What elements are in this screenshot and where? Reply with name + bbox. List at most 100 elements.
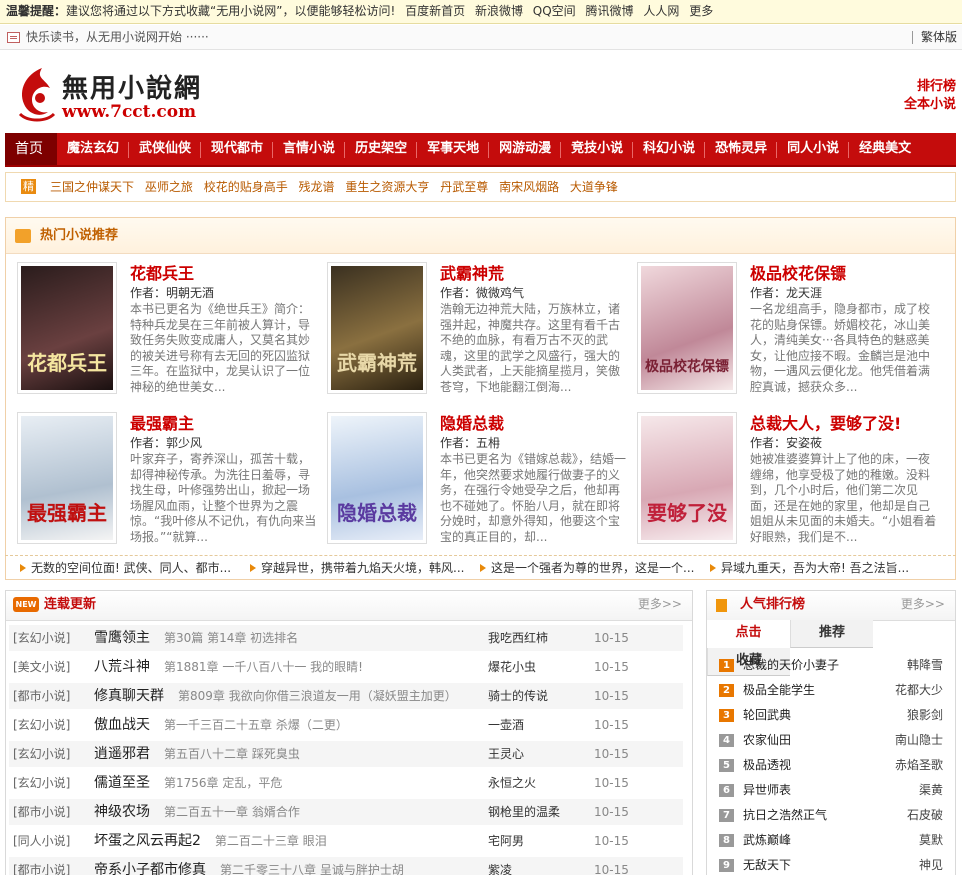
row-category[interactable]: [玄幻小说] — [13, 712, 70, 738]
nav-home[interactable]: 首页 — [5, 133, 57, 165]
share-renren-link[interactable]: 人人网 — [643, 4, 679, 18]
featured-link[interactable]: 残龙谱 — [299, 180, 335, 194]
book-cover[interactable]: 要够了没 — [637, 412, 737, 544]
row-book-name[interactable]: 逍遥邪君 — [94, 746, 150, 762]
row-category[interactable]: [都市小说] — [13, 857, 70, 875]
rank-author[interactable]: 石皮破 — [907, 803, 943, 828]
ticker-item[interactable]: 无数的空间位面! 武侠、同人、都市... — [5, 556, 235, 580]
nav-romance[interactable]: 言情小说 — [273, 133, 344, 165]
rank-book-name[interactable]: 异世师表 — [743, 778, 791, 803]
nav-classic[interactable]: 经典美文 — [849, 133, 920, 165]
site-logo[interactable]: 無用小說網 www.7cct.com — [12, 62, 242, 124]
row-author[interactable]: 爆花小虫 — [488, 654, 536, 680]
row-book-name[interactable]: 坏蛋之风云再起2 — [94, 833, 201, 849]
row-category[interactable]: [都市小说] — [13, 683, 70, 709]
row-chapter[interactable]: 第809章 我欲向你借三浪道友一用（凝妖盟主加更） — [178, 689, 457, 703]
book-title[interactable]: 最强霸主 — [130, 410, 194, 434]
featured-link[interactable]: 三国之仲谋天下 — [50, 180, 134, 194]
rank-author[interactable]: 韩降雪 — [907, 653, 943, 678]
rank-book-name[interactable]: 农家仙田 — [743, 728, 791, 753]
rank-book-name[interactable]: 无敌天下 — [743, 853, 791, 875]
share-baidu-link[interactable]: 百度新首页 — [405, 4, 465, 18]
featured-link[interactable]: 丹武至尊 — [440, 180, 488, 194]
rank-author[interactable]: 赤焰圣歌 — [895, 753, 943, 778]
row-author[interactable]: 骑士的传说 — [488, 683, 548, 709]
rank-author[interactable]: 南山隐士 — [895, 728, 943, 753]
row-book-name[interactable]: 八荒斗神 — [94, 659, 150, 675]
rank-author[interactable]: 神见 — [919, 853, 943, 875]
featured-link[interactable]: 大道争锋 — [570, 180, 618, 194]
nav-game-anime[interactable]: 网游动漫 — [489, 133, 560, 165]
tab-recommend[interactable]: 推荐 — [790, 620, 873, 648]
share-more-link[interactable]: 更多 — [689, 4, 713, 18]
row-chapter[interactable]: 第1881章 一千八百八十一 我的眼睛! — [164, 660, 363, 674]
nav-scifi[interactable]: 科幻小说 — [633, 133, 704, 165]
row-book-name[interactable]: 神级农场 — [94, 804, 150, 820]
nav-history[interactable]: 历史架空 — [345, 133, 416, 165]
nav-horror[interactable]: 恐怖灵异 — [705, 133, 776, 165]
rank-author[interactable]: 狼影剑 — [907, 703, 943, 728]
share-tencent-weibo-link[interactable]: 腾讯微博 — [586, 4, 634, 18]
book-cover[interactable]: 武霸神荒 — [327, 262, 427, 394]
rank-book-name[interactable]: 抗日之浩然正气 — [743, 803, 827, 828]
updates-more-link[interactable]: 更多>> — [638, 591, 682, 617]
row-author[interactable]: 紫凌 — [488, 857, 512, 875]
row-chapter[interactable]: 第1756章 定乱，平危 — [164, 776, 282, 790]
featured-link[interactable]: 重生之资源大亨 — [345, 180, 429, 194]
book-title[interactable]: 花都兵王 — [130, 260, 194, 284]
share-qzone-link[interactable]: QQ空间 — [533, 4, 576, 18]
row-author[interactable]: 王灵心 — [488, 741, 524, 767]
row-book-name[interactable]: 雪鹰领主 — [94, 630, 150, 646]
rank-author[interactable]: 渠黄 — [919, 778, 943, 803]
book-cover[interactable]: 最强霸主 — [17, 412, 117, 544]
nav-military[interactable]: 军事天地 — [417, 133, 488, 165]
book-title[interactable]: 极品校花保镖 — [750, 260, 846, 284]
featured-link[interactable]: 南宋风烟路 — [499, 180, 559, 194]
nav-urban[interactable]: 现代都市 — [201, 133, 272, 165]
row-author[interactable]: 钢枪里的温柔 — [488, 799, 560, 825]
row-chapter[interactable]: 第30篇 第14章 初选排名 — [164, 631, 298, 645]
row-author[interactable]: 一壶酒 — [488, 712, 524, 738]
row-chapter[interactable]: 第五百八十二章 踩死臭虫 — [164, 747, 300, 761]
row-category[interactable]: [都市小说] — [13, 799, 70, 825]
rank-author[interactable]: 花都大少 — [895, 678, 943, 703]
rank-book-name[interactable]: 极品全能学生 — [743, 678, 815, 703]
rank-book-name[interactable]: 总裁的天价小妻子 — [743, 653, 839, 678]
row-category[interactable]: [玄幻小说] — [13, 741, 70, 767]
featured-link[interactable]: 校花的贴身高手 — [204, 180, 288, 194]
ticker-item[interactable]: 这是一个强者为尊的世界，这是一个... — [465, 556, 695, 580]
rank-book-name[interactable]: 极品透视 — [743, 753, 791, 778]
tab-clicks[interactable]: 点击 — [707, 620, 790, 648]
rank-book-name[interactable]: 轮回武典 — [743, 703, 791, 728]
share-weibo-link[interactable]: 新浪微博 — [475, 4, 523, 18]
traditional-chinese-link[interactable]: 繁体版 — [911, 31, 957, 44]
row-chapter[interactable]: 第二百五十一章 翁婿合作 — [164, 805, 300, 819]
completed-novels-link[interactable]: 全本小说 — [904, 96, 956, 114]
rank-author[interactable]: 莫默 — [919, 828, 943, 853]
row-book-name[interactable]: 修真聊天群 — [94, 688, 164, 704]
featured-link[interactable]: 巫师之旅 — [145, 180, 193, 194]
row-author[interactable]: 我吃西红柿 — [488, 625, 548, 651]
ranking-link[interactable]: 排行榜 — [904, 78, 956, 96]
rank-book-name[interactable]: 武炼巅峰 — [743, 828, 791, 853]
book-cover[interactable]: 极品校花保镖 — [637, 262, 737, 394]
row-book-name[interactable]: 儒道至圣 — [94, 775, 150, 791]
row-author[interactable]: 永恒之火 — [488, 770, 536, 796]
nav-sports[interactable]: 竞技小说 — [561, 133, 632, 165]
row-book-name[interactable]: 帝系小子都市修真 — [94, 862, 206, 875]
nav-fanfic[interactable]: 同人小说 — [777, 133, 848, 165]
row-chapter[interactable]: 第一千三百二十五章 杀爆（二更） — [164, 718, 348, 732]
nav-wuxia[interactable]: 武侠仙侠 — [129, 133, 200, 165]
row-category[interactable]: [同人小说] — [13, 828, 70, 854]
row-author[interactable]: 宅阿男 — [488, 828, 524, 854]
row-book-name[interactable]: 傲血战天 — [94, 717, 150, 733]
book-title[interactable]: 武霸神荒 — [440, 260, 504, 284]
row-category[interactable]: [玄幻小说] — [13, 625, 70, 651]
ticker-item[interactable]: 异域九重天，吾为大帝! 吾之法旨... — [695, 556, 925, 580]
row-chapter[interactable]: 第二千零三十八章 呈诚与胖护士胡 — [220, 863, 404, 875]
ticker-item[interactable]: 穿越异世，携带着九焰天火境，韩风... — [235, 556, 465, 580]
book-cover[interactable]: 隐婚总裁 — [327, 412, 427, 544]
book-title[interactable]: 总裁大人，要够了没! — [750, 410, 901, 434]
row-category[interactable]: [玄幻小说] — [13, 770, 70, 796]
row-category[interactable]: [美文小说] — [13, 654, 70, 680]
